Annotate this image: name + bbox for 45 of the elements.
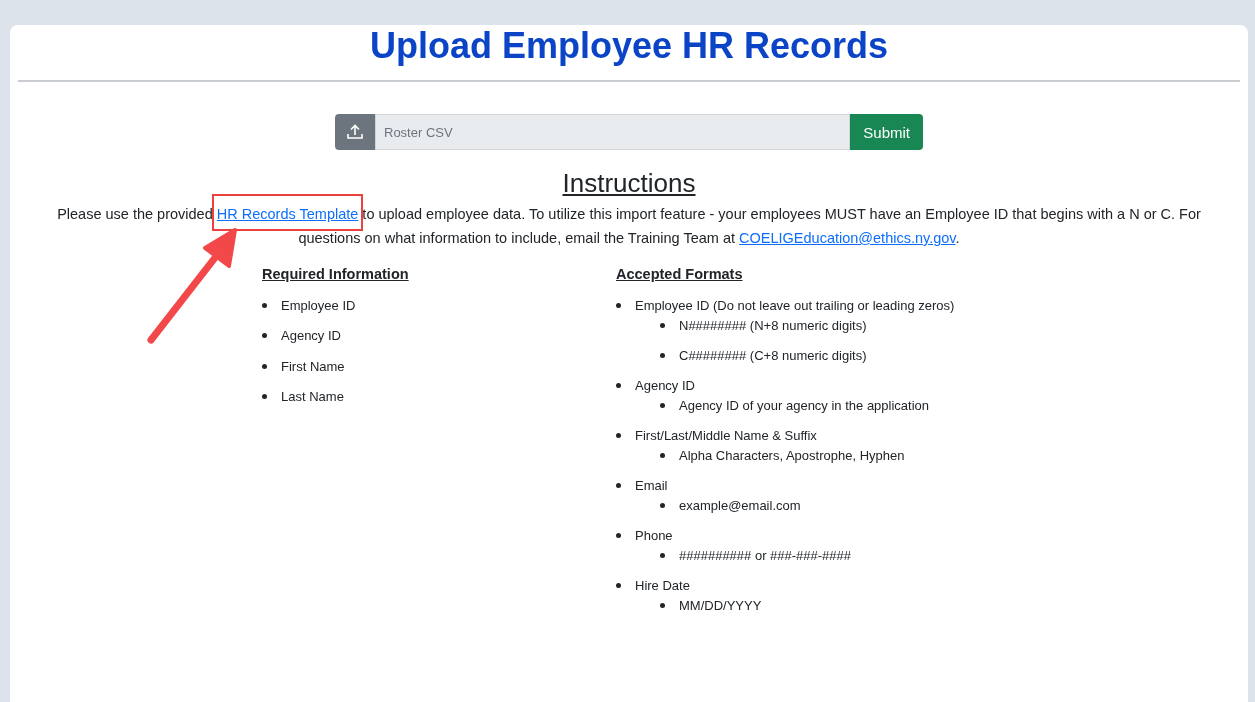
list-item: Employee ID (Do not leave out trailing or leading zeros)	[635, 297, 955, 313]
email-link[interactable]: COELIGEducation@ethics.ny.gov	[739, 230, 956, 246]
file-input-field[interactable]: Roster CSV	[375, 114, 851, 150]
bullet-icon	[262, 302, 267, 308]
bullet-icon	[616, 582, 621, 588]
list-subitem: C######## (C+8 numeric digits)	[679, 347, 867, 363]
upload-icon	[346, 124, 364, 140]
list-subitem: MM/DD/YYYY	[679, 597, 762, 613]
list-item: Agency ID	[281, 328, 341, 343]
list-subitem: ########## or ###-###-####	[679, 547, 852, 563]
bullet-icon	[660, 322, 665, 328]
list-item: First Name	[281, 358, 345, 374]
list-subitem: Agency ID of your agency in the application	[679, 397, 930, 413]
list-subitem: Alpha Characters, Apostrophe, Hyphen	[679, 447, 905, 463]
bullet-icon	[660, 602, 665, 608]
accepted-heading: Accepted Formats	[616, 266, 744, 282]
upload-button[interactable]	[335, 114, 375, 150]
page-title: Upload Employee HR Records	[369, 25, 889, 67]
list-item: Email	[635, 477, 668, 493]
list-subitem: example@email.com	[679, 497, 801, 513]
bullet-icon	[660, 452, 665, 458]
bullet-icon	[616, 482, 621, 488]
bullet-icon	[262, 363, 267, 369]
list-item: Employee ID	[281, 297, 356, 313]
bullet-icon	[616, 432, 621, 438]
list-item: First/Last/Middle Name & Suffix	[635, 427, 817, 443]
bullet-icon	[262, 333, 267, 338]
list-subitem: N######## (N+8 numeric digits)	[679, 317, 867, 333]
bullet-icon	[616, 382, 621, 388]
submit-button[interactable]: Submit	[850, 114, 923, 150]
bullet-icon	[660, 402, 665, 408]
bullet-icon	[660, 352, 665, 358]
instructions-text: Please use the provided HR Records Template to upload employee data. To utilize this import feature - your employees MUST have an Employee ID that begins with a N or C. For questions on what information to include, email the Training Team at COELIGEducation@ethics.ny.gov.	[30, 202, 1228, 250]
list-item: Last Name	[281, 389, 344, 404]
bullet-icon	[660, 502, 665, 508]
template-link[interactable]: HR Records Template	[216, 206, 359, 222]
instructions-heading: Instructions	[561, 168, 697, 198]
list-item: Phone	[635, 527, 673, 543]
list-item: Hire Date	[635, 577, 690, 593]
list-item: Agency ID	[635, 377, 695, 393]
bullet-icon	[616, 532, 621, 538]
bullet-icon	[262, 394, 267, 399]
required-heading: Required Information	[262, 266, 410, 282]
bullet-icon	[616, 302, 621, 308]
bullet-icon	[660, 552, 665, 558]
